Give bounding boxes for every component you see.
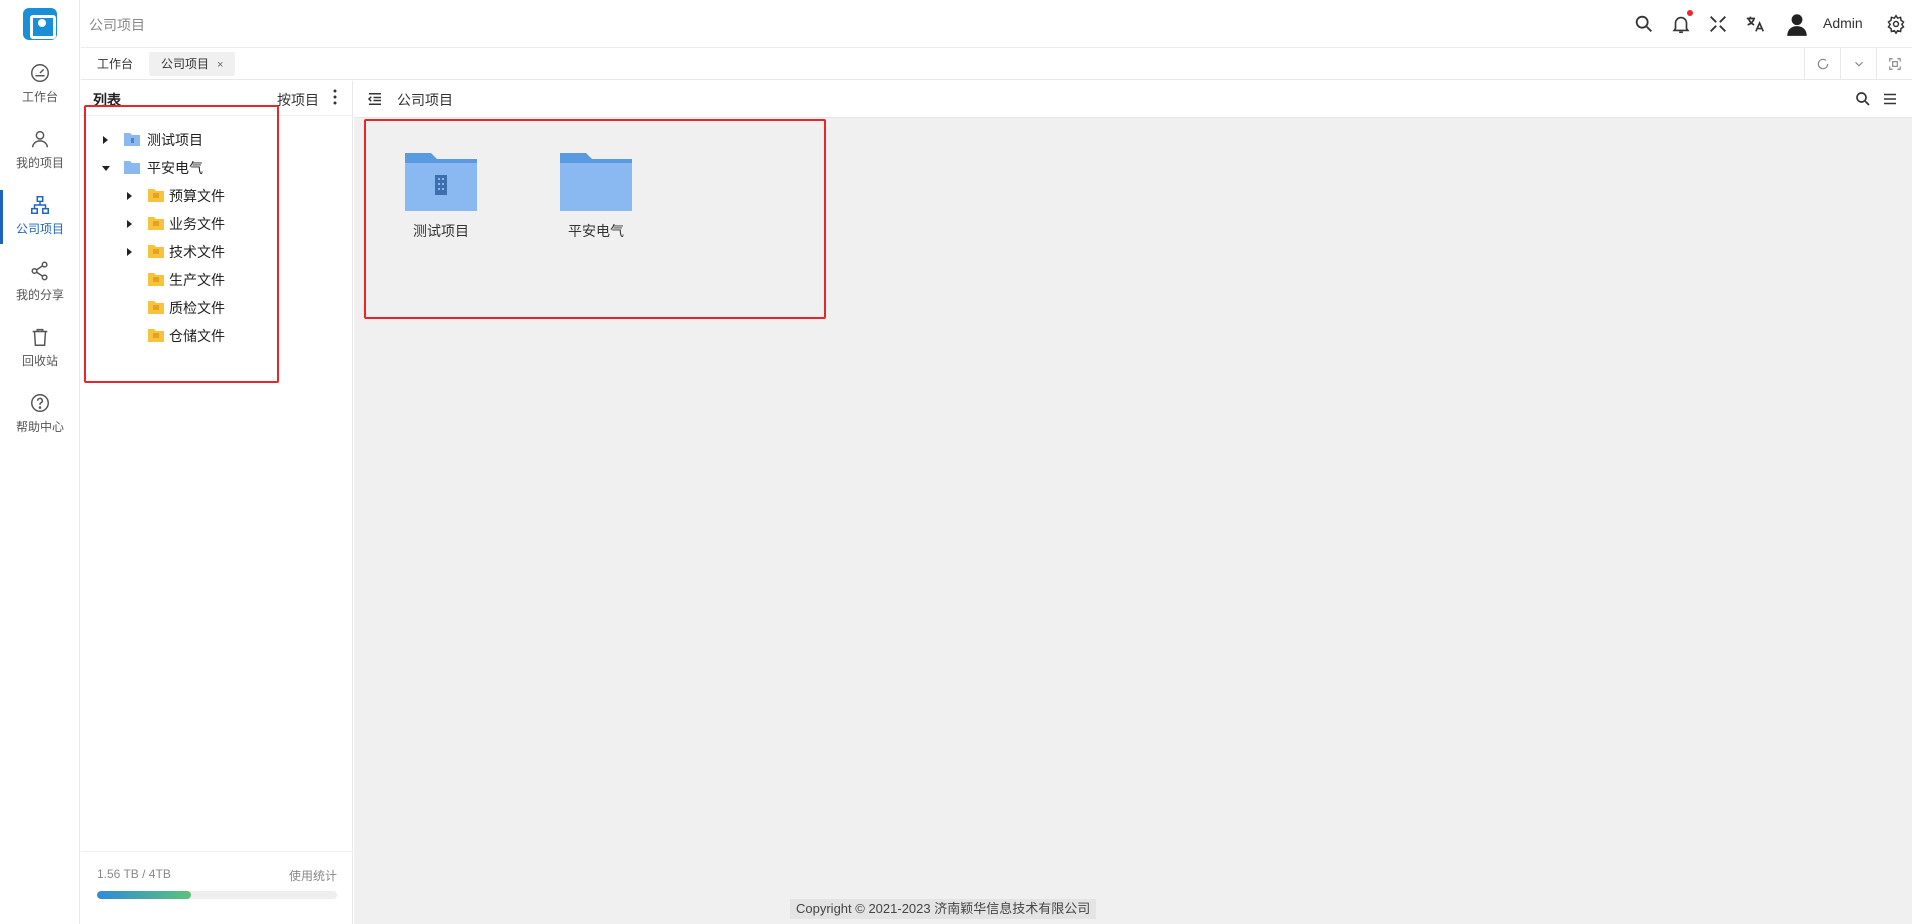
folder-icon [560, 153, 632, 211]
app-root: 工作台 我的项目 公司项目 我的分享 回收站 帮助中心 公司项目 Admin 工… [0, 0, 1912, 924]
dashboard-icon [31, 64, 49, 82]
tree-node-label: 测试项目 [147, 132, 203, 148]
folder-icon [148, 273, 164, 286]
tab-company-projects[interactable]: 公司项目 × [149, 52, 236, 76]
panel-title: 列表 [93, 92, 121, 108]
share-icon [31, 261, 48, 281]
tree-node-budget-files[interactable]: 预算文件 [125, 185, 305, 207]
tree-node-label: 业务文件 [169, 216, 225, 232]
tree-node-label: 质检文件 [169, 300, 225, 316]
folder-name: 测试项目 [413, 223, 469, 239]
caret-right-icon[interactable] [127, 220, 132, 228]
storage-amount: 1.56 TB / 4TB [97, 867, 171, 881]
nav-item-workbench[interactable]: 工作台 [0, 56, 80, 114]
tree-node-business-files[interactable]: 业务文件 [125, 213, 305, 235]
nav-label: 帮助中心 [15, 420, 64, 434]
notification-badge [1687, 10, 1693, 16]
folder-card-test-project[interactable]: 测试项目 [386, 149, 496, 249]
storage-progress-bar [97, 891, 337, 899]
nav-item-my-projects[interactable]: 我的项目 [0, 122, 80, 180]
tab-workbench[interactable]: 工作台 [85, 52, 145, 76]
tabs-bar: 工作台 公司项目 × [81, 48, 1912, 80]
search-icon[interactable] [1633, 13, 1655, 35]
caret-right-icon[interactable] [127, 248, 132, 256]
tree-node-label: 预算文件 [169, 188, 225, 204]
folder-card-pingan-electric[interactable]: 平安电气 [541, 149, 651, 249]
more-vertical-icon[interactable] [329, 88, 341, 106]
folder-icon [124, 133, 140, 146]
caret-down-icon[interactable] [102, 166, 110, 171]
folder-icon [124, 161, 140, 174]
help-icon [31, 394, 49, 412]
refresh-tab-button[interactable] [1804, 48, 1840, 80]
tab-label: 工作台 [97, 57, 134, 71]
storage-usage: 1.56 TB / 4TB 使用统计 [81, 851, 353, 924]
avatar[interactable] [1784, 11, 1810, 37]
nav-label: 我的项目 [15, 156, 64, 170]
nav-label: 回收站 [21, 354, 58, 368]
content-toolbar: 公司项目 [354, 81, 1912, 118]
nav-label: 我的分享 [15, 288, 64, 302]
trash-icon [32, 328, 48, 346]
user-icon [31, 130, 49, 148]
tree-node-storage-files[interactable]: 仓储文件 [125, 325, 305, 347]
tab-dropdown-button[interactable] [1840, 48, 1876, 80]
group-mode-select[interactable]: 按项目 [277, 90, 319, 110]
settings-icon[interactable] [1886, 14, 1906, 34]
translate-icon[interactable] [1744, 13, 1766, 35]
bell-icon [1672, 16, 1690, 34]
maximize-icon [1889, 58, 1901, 70]
project-tree-panel: 列表 按项目 测试项目 平安电气 预算文件 业务文件 技术文件 生产文件 质检文… [81, 81, 353, 924]
divider [81, 115, 353, 116]
nav-item-help-center[interactable]: 帮助中心 [0, 386, 80, 444]
folder-icon [148, 329, 164, 342]
storage-progress-fill [97, 891, 191, 899]
caret-right-icon[interactable] [103, 136, 108, 144]
nav-item-my-shares[interactable]: 我的分享 [0, 254, 80, 312]
folder-icon [148, 245, 164, 258]
tree-node-label: 平安电气 [147, 160, 203, 176]
app-logo[interactable] [23, 8, 57, 40]
tree-node-label: 技术文件 [169, 244, 225, 260]
nav-label: 公司项目 [15, 222, 64, 236]
tree-node-label: 生产文件 [169, 272, 225, 288]
nav-item-recycle-bin[interactable]: 回收站 [0, 320, 80, 378]
tree-node-label: 仓储文件 [169, 328, 225, 344]
nav-item-company-projects[interactable]: 公司项目 [0, 188, 80, 246]
org-tree-icon [31, 196, 49, 214]
tree-node-pingan-electric[interactable]: 平安电气 [101, 157, 301, 179]
content-title: 公司项目 [397, 92, 453, 108]
search-icon[interactable] [1854, 90, 1872, 108]
folder-name: 平安电气 [568, 223, 624, 239]
maximize-tab-button[interactable] [1876, 48, 1912, 80]
tree-node-qc-files[interactable]: 质检文件 [125, 297, 305, 319]
left-nav: 工作台 我的项目 公司项目 我的分享 回收站 帮助中心 [0, 0, 80, 924]
file-content-area: 公司项目 测试项目 平安电气 [354, 81, 1912, 924]
caret-right-icon[interactable] [127, 192, 132, 200]
folder-icon [405, 153, 477, 211]
breadcrumb: 公司项目 [89, 17, 145, 33]
folder-icon [148, 189, 164, 202]
list-menu-icon[interactable] [1881, 90, 1899, 108]
collapse-menu-icon[interactable] [366, 90, 384, 108]
folder-icon [148, 301, 164, 314]
close-icon[interactable]: × [217, 59, 223, 71]
tree-node-test-project[interactable]: 测试项目 [101, 129, 301, 151]
tab-label: 公司项目 [161, 57, 210, 71]
tree-node-production-files[interactable]: 生产文件 [125, 269, 305, 291]
top-header: 公司项目 Admin [81, 0, 1912, 48]
notification-button[interactable] [1670, 10, 1693, 35]
refresh-icon [1817, 58, 1829, 70]
username[interactable]: Admin [1823, 15, 1863, 31]
chevron-down-icon [1855, 61, 1863, 67]
tree-node-tech-files[interactable]: 技术文件 [125, 241, 305, 263]
fullscreen-icon[interactable] [1707, 13, 1729, 35]
footer-copyright: Copyright © 2021-2023 济南颖华信息技术有限公司 [790, 899, 1097, 919]
usage-stats-link[interactable]: 使用统计 [289, 867, 337, 884]
folder-icon [148, 217, 164, 230]
nav-label: 工作台 [21, 90, 58, 104]
